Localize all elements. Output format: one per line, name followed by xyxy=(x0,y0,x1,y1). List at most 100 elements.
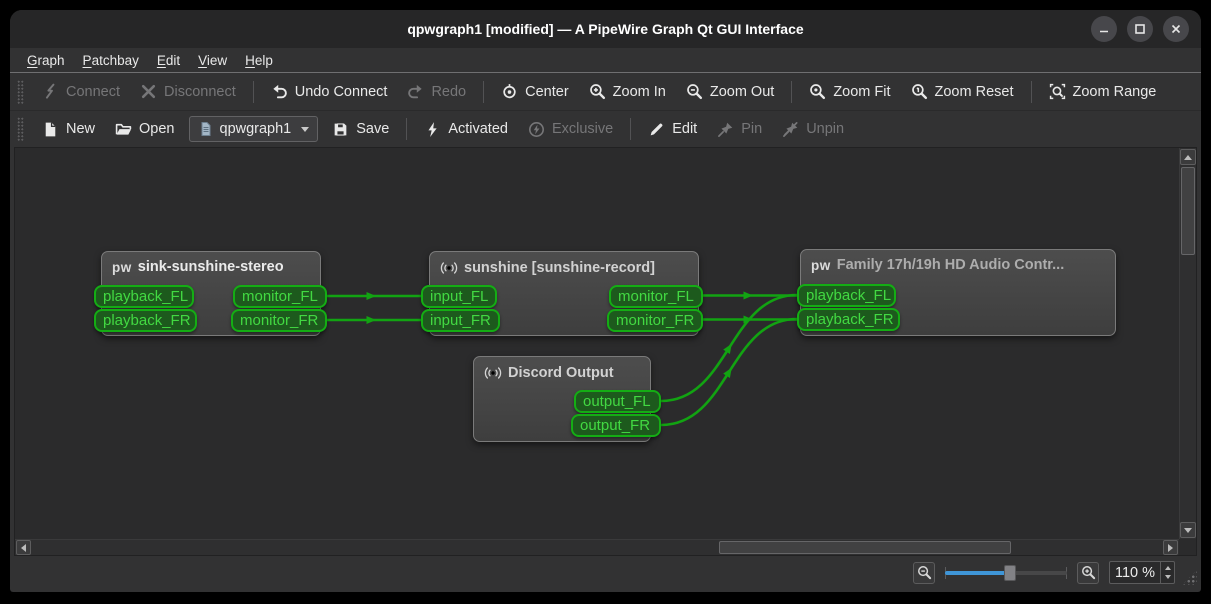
port-input[interactable]: playback_FR xyxy=(797,308,900,331)
connect-icon xyxy=(42,83,59,100)
zoom-reset-button[interactable]: Zoom Reset xyxy=(901,77,1024,106)
triangle-up-icon xyxy=(1184,155,1192,160)
save-icon xyxy=(332,121,349,138)
disconnect-icon xyxy=(140,83,157,100)
undo-connect-button[interactable]: Undo Connect xyxy=(261,77,398,106)
save-button[interactable]: Save xyxy=(322,115,399,144)
zoom-in-icon xyxy=(1081,565,1096,580)
statusbar-zoom-out-button[interactable] xyxy=(913,562,935,584)
open-button[interactable]: Open xyxy=(105,115,184,144)
close-icon xyxy=(1170,23,1182,35)
zoom-fit-button[interactable]: Zoom Fit xyxy=(799,77,900,106)
scroll-left-button[interactable] xyxy=(16,540,31,555)
port-input[interactable]: playback_FL xyxy=(797,284,896,307)
port-output[interactable]: monitor_FR xyxy=(607,309,703,332)
center-button[interactable]: Center xyxy=(491,77,579,106)
titlebar: qpwgraph1 [modified] — A PipeWire Graph … xyxy=(10,10,1201,48)
menubar: Graph Patchbay Edit View Help xyxy=(10,48,1201,73)
zoom-range-icon xyxy=(1049,83,1066,100)
spin-down-button[interactable] xyxy=(1165,575,1171,579)
exclusive-toggle[interactable]: Exclusive xyxy=(518,115,623,144)
slider-handle[interactable] xyxy=(1004,565,1016,581)
open-folder-icon xyxy=(115,121,132,138)
port-input[interactable]: input_FL xyxy=(421,285,497,308)
scroll-right-button[interactable] xyxy=(1163,540,1178,555)
maximize-icon xyxy=(1134,23,1146,35)
new-file-icon xyxy=(42,121,59,138)
unpin-icon xyxy=(782,121,799,138)
triangle-right-icon xyxy=(1168,544,1173,552)
vertical-scroll-thumb[interactable] xyxy=(1181,167,1195,255)
patchbay-toolbar: New Open qpwgraph1 Save Activated Exclus… xyxy=(10,110,1201,147)
patchbay-file-icon xyxy=(198,121,214,137)
connections-layer xyxy=(15,148,1179,539)
pencil-icon xyxy=(648,121,665,138)
port-input[interactable]: playback_FL xyxy=(94,285,194,308)
zoom-range-button[interactable]: Zoom Range xyxy=(1039,77,1167,106)
port-output[interactable]: monitor_FR xyxy=(231,309,327,332)
minimize-icon xyxy=(1098,23,1110,35)
app-window: qpwgraph1 [modified] — A PipeWire Graph … xyxy=(10,10,1201,592)
port-output[interactable]: monitor_FL xyxy=(233,285,327,308)
close-button[interactable] xyxy=(1163,16,1189,42)
zoom-fit-icon xyxy=(809,83,826,100)
port-input[interactable]: playback_FR xyxy=(94,309,197,332)
menu-view[interactable]: View xyxy=(189,50,236,71)
zoom-out-button[interactable]: Zoom Out xyxy=(676,77,784,106)
edit-button[interactable]: Edit xyxy=(638,115,707,144)
port-output[interactable]: output_FL xyxy=(574,390,661,413)
resize-grip[interactable] xyxy=(1182,570,1197,585)
redo-button[interactable]: Redo xyxy=(397,77,476,106)
zoom-slider[interactable] xyxy=(945,564,1067,582)
horizontal-scrollbar[interactable] xyxy=(15,539,1179,555)
port-output[interactable]: output_FR xyxy=(571,414,661,437)
center-icon xyxy=(501,83,518,100)
graph-toolbar: Connect Disconnect Undo Connect Redo Cen… xyxy=(10,73,1201,110)
port-input[interactable]: input_FR xyxy=(421,309,500,332)
pin-button[interactable]: Pin xyxy=(707,115,772,144)
arrowhead-icon xyxy=(744,292,754,300)
arrowhead-icon xyxy=(367,316,377,324)
toolbar-drag-handle[interactable] xyxy=(17,117,24,141)
vertical-scrollbar[interactable] xyxy=(1179,148,1196,539)
redo-icon xyxy=(407,83,424,100)
activated-toggle[interactable]: Activated xyxy=(414,115,518,144)
horizontal-scroll-thumb[interactable] xyxy=(719,541,1011,554)
zoom-percent-spinbox[interactable]: 110 % xyxy=(1109,561,1175,584)
scroll-up-button[interactable] xyxy=(1180,149,1196,165)
chevron-down-icon xyxy=(301,127,309,132)
graph-canvas[interactable]: pwsink-sunshine-stereo sunshine [sunshin… xyxy=(14,147,1197,556)
menu-patchbay[interactable]: Patchbay xyxy=(74,50,148,71)
triangle-down-icon xyxy=(1184,528,1192,533)
zoom-out-icon xyxy=(686,83,703,100)
menu-edit[interactable]: Edit xyxy=(148,50,189,71)
zoom-reset-icon xyxy=(911,83,928,100)
statusbar-zoom-in-button[interactable] xyxy=(1077,562,1099,584)
bolt-icon xyxy=(424,121,441,138)
zoom-in-icon xyxy=(589,83,606,100)
minimize-button[interactable] xyxy=(1091,16,1117,42)
zoom-out-icon xyxy=(917,565,932,580)
pin-icon xyxy=(717,121,734,138)
triangle-left-icon xyxy=(21,544,26,552)
patchbay-select-dropdown[interactable]: qpwgraph1 xyxy=(189,116,319,142)
toolbar-separator xyxy=(406,118,407,140)
menu-graph[interactable]: Graph xyxy=(18,50,74,71)
disconnect-button[interactable]: Disconnect xyxy=(130,77,246,106)
port-output[interactable]: monitor_FL xyxy=(609,285,703,308)
statusbar: 110 % xyxy=(10,556,1201,589)
scroll-down-button[interactable] xyxy=(1180,522,1196,538)
arrowhead-icon xyxy=(367,292,377,300)
zoom-in-button[interactable]: Zoom In xyxy=(579,77,676,106)
zoom-percent-value: 110 % xyxy=(1115,565,1155,581)
toolbar-separator xyxy=(1031,81,1032,103)
connect-button[interactable]: Connect xyxy=(32,77,130,106)
menu-help[interactable]: Help xyxy=(236,50,282,71)
unpin-button[interactable]: Unpin xyxy=(772,115,854,144)
new-button[interactable]: New xyxy=(32,115,105,144)
toolbar-drag-handle[interactable] xyxy=(17,80,24,104)
maximize-button[interactable] xyxy=(1127,16,1153,42)
undo-icon xyxy=(271,83,288,100)
spin-up-button[interactable] xyxy=(1165,566,1171,570)
graph-scene: pwsink-sunshine-stereo sunshine [sunshin… xyxy=(15,148,1179,539)
